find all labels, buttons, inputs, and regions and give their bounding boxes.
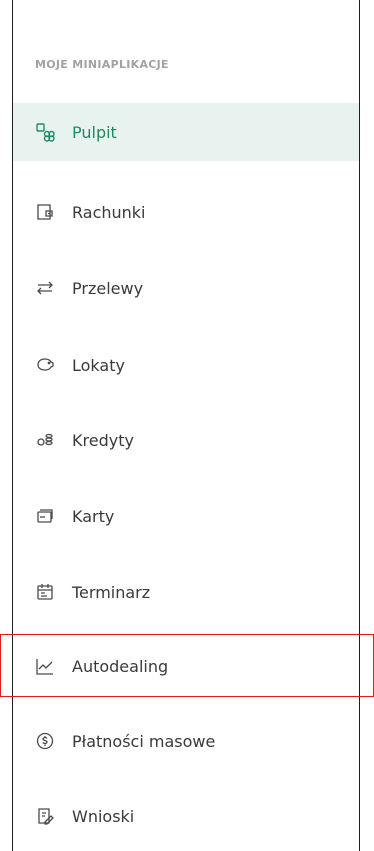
- dashboard-icon: [34, 121, 56, 143]
- sidebar-item-label: Karty: [72, 506, 115, 526]
- sidebar-item-pulpit[interactable]: Pulpit: [13, 103, 359, 161]
- form-edit-icon: [34, 805, 56, 827]
- sidebar-item-autodealing[interactable]: Autodealing: [13, 637, 359, 695]
- sidebar-item-terminarz[interactable]: Terminarz: [13, 563, 359, 621]
- sidebar-item-label: Rachunki: [72, 202, 146, 222]
- sidebar-item-label: Płatności masowe: [72, 731, 216, 751]
- sidebar-item-przelewy[interactable]: Przelewy: [13, 259, 359, 317]
- sidebar-item-label: Lokaty: [72, 355, 125, 375]
- transfer-arrows-icon: [34, 277, 56, 299]
- piggy-bank-icon: [34, 354, 56, 376]
- cards-icon: [34, 505, 56, 527]
- sidebar-item-rachunki[interactable]: Rachunki: [13, 183, 359, 241]
- sidebar-item-kredyty[interactable]: Kredyty: [13, 411, 359, 469]
- sidebar-item-label: Pulpit: [72, 122, 117, 142]
- sidebar-item-lokaty[interactable]: Lokaty: [13, 336, 359, 394]
- sidebar-item-platnosci-masowe[interactable]: Płatności masowe: [13, 712, 359, 770]
- calendar-icon: [34, 581, 56, 603]
- accounts-icon: [34, 201, 56, 223]
- mini-apps-sidebar: MOJE MINIAPLIKACJE Pulpit Rachunki Przel…: [12, 0, 360, 851]
- dollar-circle-icon: [34, 730, 56, 752]
- sidebar-item-label: Terminarz: [72, 582, 151, 602]
- sidebar-item-label: Wnioski: [72, 806, 135, 826]
- sidebar-item-wnioski[interactable]: Wnioski: [13, 787, 359, 845]
- sidebar-item-karty[interactable]: Karty: [13, 487, 359, 545]
- section-title: MOJE MINIAPLIKACJE: [35, 58, 169, 71]
- sidebar-item-label: Przelewy: [72, 278, 144, 298]
- coins-icon: [34, 429, 56, 451]
- chart-line-icon: [34, 655, 56, 677]
- sidebar-item-label: Autodealing: [72, 656, 169, 676]
- sidebar-item-label: Kredyty: [72, 430, 134, 450]
